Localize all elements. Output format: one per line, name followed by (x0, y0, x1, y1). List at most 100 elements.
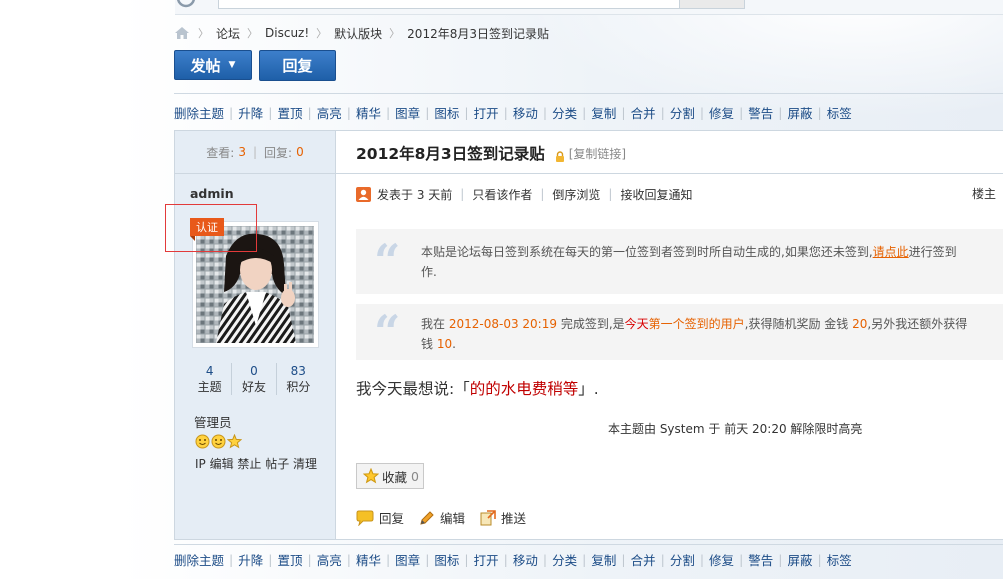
mod-move[interactable]: 移动 (513, 103, 538, 122)
push-icon (480, 509, 496, 525)
replies-count: 0 (296, 145, 304, 159)
search-input[interactable] (218, 0, 680, 9)
checkin-link[interactable]: 请点此 (873, 245, 909, 259)
mod-category[interactable]: 分类 (552, 550, 577, 569)
home-icon[interactable] (175, 27, 189, 39)
lock-icon (555, 148, 565, 162)
copy-link[interactable]: [复制链接] (569, 145, 626, 162)
mod-split[interactable]: 分割 (670, 103, 695, 122)
search-button[interactable] (679, 0, 745, 9)
mod-open[interactable]: 打开 (474, 550, 499, 569)
breadcrumb-forum[interactable]: 论坛 (216, 25, 240, 42)
author-stats: 4 主题 0 好友 83 积分 (188, 363, 320, 395)
breadcrumb-current-thread[interactable]: 2012年8月3日签到记录贴 (407, 25, 549, 42)
smiley-icon (211, 434, 226, 449)
mod-merge[interactable]: 合并 (631, 103, 656, 122)
mod-bump[interactable]: 升降 (238, 103, 263, 122)
floor-label: 楼主 (972, 187, 997, 201)
mod-delete-thread[interactable]: 删除主题 (174, 550, 224, 569)
mod-icon[interactable]: 图标 (434, 550, 459, 569)
mod-digest[interactable]: 精华 (356, 103, 381, 122)
stat-friends-label: 好友 (241, 380, 266, 394)
stat-points-label: 积分 (286, 380, 311, 394)
mod-sticky[interactable]: 置顶 (277, 103, 302, 122)
mod-bump[interactable]: 升降 (238, 550, 263, 569)
mod-block[interactable]: 屏蔽 (788, 550, 813, 569)
mod-tags[interactable]: 标签 (827, 103, 852, 122)
mod-highlight[interactable]: 高亮 (317, 103, 342, 122)
q2-first-user: 第一个签到的用户 (648, 317, 745, 331)
pencil-icon (420, 510, 434, 525)
q2-today: 今天 (624, 317, 649, 331)
notify-link[interactable]: 接收回复通知 (620, 186, 692, 203)
thread-title: 2012年8月3日签到记录贴 [复制链接] (356, 142, 626, 164)
stat-points-value: 83 (290, 364, 306, 378)
mod-digest[interactable]: 精华 (356, 550, 381, 569)
annotation-box (165, 204, 257, 252)
breadcrumb-separator: 〉 (198, 27, 209, 40)
checkin-result-quote: “ 我在 2012-08-03 20:19 完成签到,是今天第一个签到的用户,获… (356, 304, 1003, 360)
q2-date: 2012-08-03 20:19 (448, 317, 557, 331)
author-name[interactable]: admin (190, 186, 234, 201)
reverse-order-link[interactable]: 倒序浏览 (552, 186, 600, 203)
mood-suffix: 」. (578, 380, 599, 398)
stat-threads-value: 4 (205, 364, 214, 378)
stat-threads-label: 主题 (197, 380, 222, 394)
mod-stamp[interactable]: 图章 (395, 103, 420, 122)
mod-category[interactable]: 分类 (552, 103, 577, 122)
quote1-text-tail: 进行签到 (908, 245, 957, 259)
post-push-action[interactable]: 推送 (480, 508, 526, 527)
stat-threads[interactable]: 4 主题 (188, 363, 231, 395)
mod-copy[interactable]: 复制 (591, 103, 616, 122)
mod-block[interactable]: 屏蔽 (788, 103, 813, 122)
divider (174, 93, 1003, 94)
views-label: 查看: (206, 145, 235, 160)
q2-text: 完成签到,是 (560, 317, 625, 331)
views-count: 3 (238, 145, 246, 159)
reply-button[interactable]: 回复 (259, 50, 336, 81)
mod-move[interactable]: 移动 (513, 550, 538, 569)
breadcrumb-default-board[interactable]: 默认版块 (334, 25, 382, 42)
mod-icon[interactable]: 图标 (434, 103, 459, 122)
breadcrumb-separator: 〉 (316, 27, 328, 40)
mood-text: 我今天最想说:「的的水电费稍等」. (356, 377, 599, 399)
mod-warn[interactable]: 警告 (748, 550, 773, 569)
breadcrumb-discuz[interactable]: Discuz! (265, 26, 309, 40)
new-post-button[interactable]: 发帖 ▼ (174, 50, 252, 80)
user-group[interactable]: 管理员 (194, 412, 232, 431)
speech-bubble-icon (356, 510, 374, 526)
post-reply-action[interactable]: 回复 (356, 508, 404, 527)
mod-repair[interactable]: 修复 (709, 550, 734, 569)
mod-copy[interactable]: 复制 (591, 550, 616, 569)
mood-prefix: 我今天最想说:「 (356, 380, 470, 398)
admin-tools[interactable]: IP 编辑 禁止 帖子 清理 (195, 455, 317, 472)
thread-title-text: 2012年8月3日签到记录贴 (356, 145, 545, 163)
mod-stamp[interactable]: 图章 (395, 550, 420, 569)
favorite-button[interactable]: 收藏 0 (356, 463, 424, 489)
quote-mark-icon: “ (374, 305, 401, 359)
mod-sticky[interactable]: 置顶 (277, 550, 302, 569)
stat-points[interactable]: 83 积分 (275, 363, 320, 395)
stat-friends[interactable]: 0 好友 (231, 363, 275, 395)
star-icon (227, 434, 242, 449)
post-edit-label: 编辑 (440, 511, 466, 526)
only-author-link[interactable]: 只看该作者 (472, 186, 532, 203)
post-edit-action[interactable]: 编辑 (419, 508, 465, 527)
q2-text: ,另外我还额外获得 (867, 317, 968, 331)
mod-split[interactable]: 分割 (670, 550, 695, 569)
mod-repair[interactable]: 修复 (709, 103, 734, 122)
thread-stats: 查看: 3 | 回复: 0 (175, 131, 335, 174)
mod-warn[interactable]: 警告 (748, 103, 773, 122)
stat-friends-value: 0 (250, 364, 258, 378)
smiley-icon (195, 434, 210, 449)
search-icon[interactable] (175, 0, 199, 14)
breadcrumb: 〉 论坛 〉 Discuz! 〉 默认版块 〉 2012年8月3日签到记录贴 (175, 24, 549, 42)
mod-open[interactable]: 打开 (474, 103, 499, 122)
mod-highlight[interactable]: 高亮 (317, 550, 342, 569)
quote1-text: 本贴是论坛每日签到系统在每天的第一位签到者签到时所自动生成的,如果您还未签到, (421, 245, 873, 259)
mod-tags[interactable]: 标签 (827, 550, 852, 569)
mod-delete-thread[interactable]: 删除主题 (174, 103, 224, 122)
mood-message: 的的水电费稍等 (469, 380, 579, 398)
mod-merge[interactable]: 合并 (631, 550, 656, 569)
q2-text: ,获得随机奖励 金钱 (744, 317, 849, 331)
